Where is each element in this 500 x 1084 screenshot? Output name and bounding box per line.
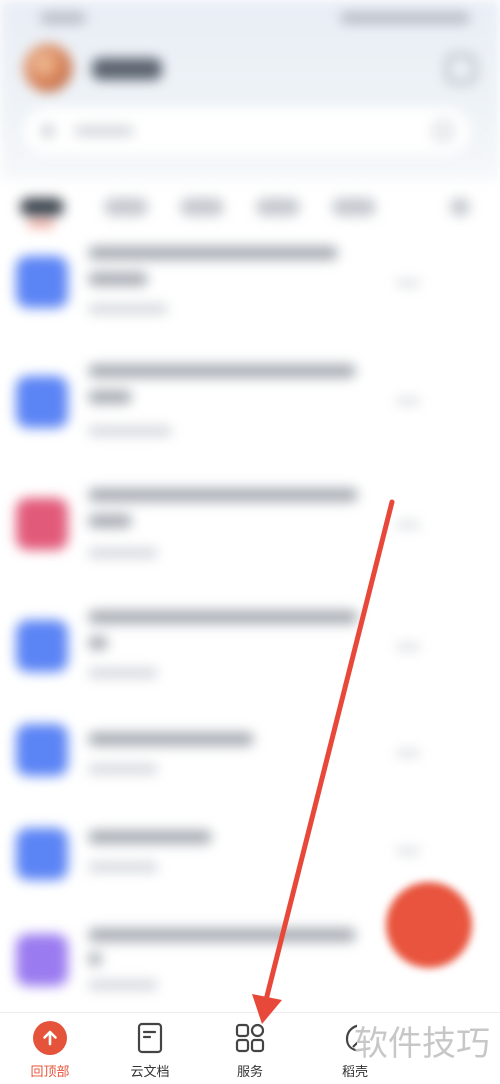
file-title xyxy=(88,732,254,746)
file-title-2 xyxy=(88,272,148,286)
tab-bar xyxy=(0,190,500,226)
username xyxy=(92,58,162,80)
status-time xyxy=(40,12,86,24)
grid-icon xyxy=(233,1021,267,1055)
status-bar xyxy=(0,0,500,36)
tab-indicator xyxy=(28,222,54,226)
avatar[interactable] xyxy=(24,44,72,92)
doc-file-icon xyxy=(16,828,68,880)
leaf-icon xyxy=(323,1021,370,1055)
file-title-2 xyxy=(88,390,132,404)
more-icon[interactable] xyxy=(396,848,420,854)
list-item[interactable] xyxy=(0,714,500,824)
doc-file-icon xyxy=(16,620,68,672)
search-icon xyxy=(42,125,54,137)
status-icons xyxy=(340,12,470,24)
file-title-2 xyxy=(88,636,108,650)
new-document-fab[interactable] xyxy=(386,882,472,968)
file-title xyxy=(88,610,358,624)
document-icon xyxy=(133,1021,167,1055)
file-title xyxy=(88,364,356,378)
file-title xyxy=(88,928,356,942)
tab-more[interactable] xyxy=(450,198,470,216)
search-input[interactable] xyxy=(24,108,470,154)
tab-3[interactable] xyxy=(180,198,224,216)
list-item[interactable] xyxy=(0,596,500,706)
file-title-2 xyxy=(88,514,132,528)
tab-recent[interactable] xyxy=(20,198,64,216)
doc-file-icon xyxy=(16,724,68,776)
more-icon[interactable] xyxy=(396,750,420,756)
nav-cloud-docs[interactable]: 云文档 xyxy=(110,1021,190,1083)
tab-5[interactable] xyxy=(332,198,376,216)
watermark: 软件技巧 xyxy=(354,1024,490,1064)
file-title xyxy=(88,830,212,844)
ppt-file-icon xyxy=(16,498,68,550)
file-title xyxy=(88,246,338,260)
tab-4[interactable] xyxy=(256,198,300,216)
file-meta xyxy=(88,304,168,314)
list-item[interactable] xyxy=(0,232,500,342)
file-meta xyxy=(88,548,158,558)
nav-label-cloud-docs: 云文档 xyxy=(130,1065,170,1080)
file-meta xyxy=(88,764,158,774)
blurred-content xyxy=(0,0,500,1012)
doc-file-icon xyxy=(16,376,68,428)
nav-back-to-top[interactable]: 回顶部 xyxy=(10,1021,90,1083)
file-title xyxy=(88,488,358,502)
doc-file-icon xyxy=(16,256,68,308)
file-meta xyxy=(88,668,158,678)
nav-label-back-to-top: 回顶部 xyxy=(30,1065,70,1080)
scan-icon[interactable] xyxy=(434,122,452,140)
more-icon[interactable] xyxy=(396,398,420,404)
settings-icon[interactable] xyxy=(446,54,476,84)
search-placeholder xyxy=(74,126,134,136)
tab-2[interactable] xyxy=(104,198,148,216)
more-icon[interactable] xyxy=(396,280,420,286)
nav-services[interactable]: 服务 xyxy=(210,1021,290,1083)
file-meta xyxy=(88,426,172,436)
more-icon[interactable] xyxy=(396,522,420,528)
list-item[interactable] xyxy=(0,350,500,460)
nav-label-services: 服务 xyxy=(236,1065,263,1080)
file-meta xyxy=(88,862,158,872)
arrow-up-icon xyxy=(33,1021,67,1055)
file-meta xyxy=(88,980,158,990)
file-title-2 xyxy=(88,952,102,966)
more-icon[interactable] xyxy=(396,644,420,650)
list-item[interactable] xyxy=(0,474,500,584)
note-file-icon xyxy=(16,934,68,986)
